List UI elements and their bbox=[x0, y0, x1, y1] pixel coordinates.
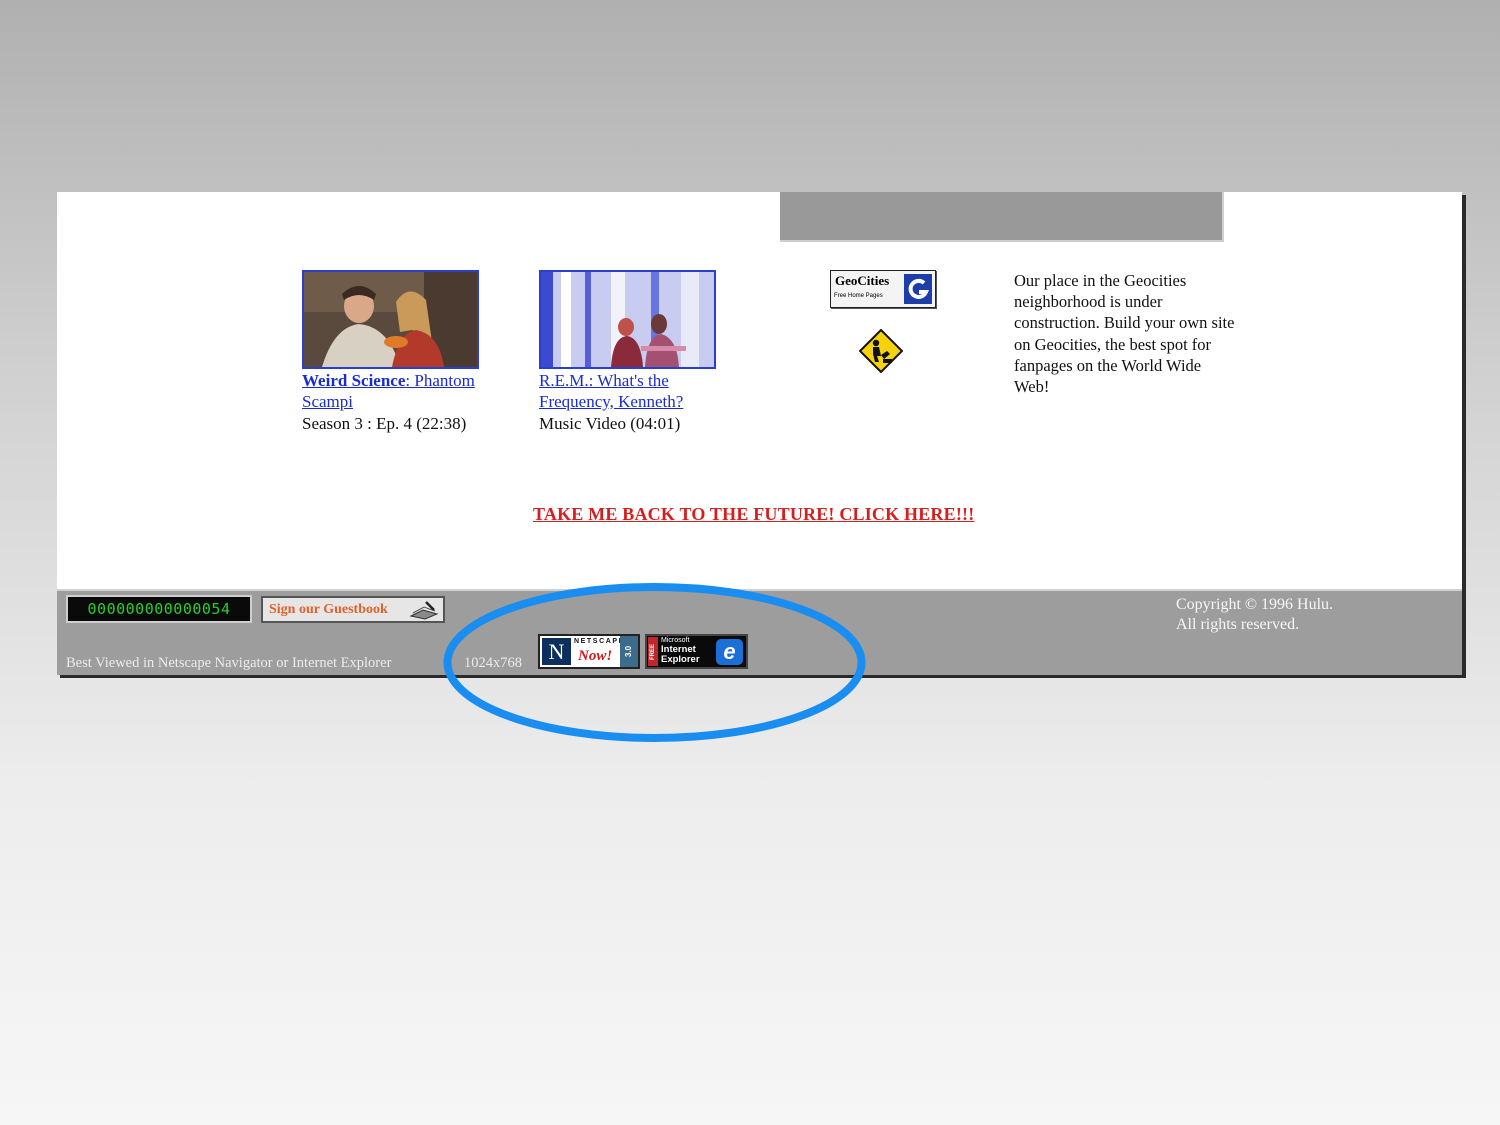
ie-name-line2: Explorer bbox=[661, 654, 700, 665]
video-show-name[interactable]: Weird Science bbox=[302, 371, 405, 390]
netscape-now-badge[interactable]: N NETSCAPE Now! 3.0 bbox=[538, 634, 640, 669]
netscape-version: 3.0 bbox=[620, 636, 638, 667]
ie-name: Internet Explorer bbox=[661, 645, 700, 665]
video-thumbnail-rem[interactable] bbox=[539, 270, 716, 369]
guestbook-button[interactable]: Sign our Guestbook bbox=[261, 596, 445, 623]
back-to-future-link[interactable]: TAKE ME BACK TO THE FUTURE! CLICK HERE!!… bbox=[533, 504, 974, 525]
copyright-notice: Copyright © 1996 Hulu. All rights reserv… bbox=[1176, 595, 1333, 634]
geocities-icon bbox=[904, 274, 932, 304]
ie-free-label: FREE bbox=[648, 637, 658, 666]
copyright-line-2: All rights reserved. bbox=[1176, 615, 1300, 633]
video-show-name[interactable]: R.E.M. bbox=[539, 371, 589, 390]
resolution-text: 1024x768 bbox=[464, 655, 522, 671]
video-title-weird-science[interactable]: Weird Science: Phantom Scampi bbox=[302, 370, 502, 412]
copyright-line-1: Copyright © 1996 Hulu. bbox=[1176, 596, 1334, 613]
video-title-rem[interactable]: R.E.M.: What's the Frequency, Kenneth? bbox=[539, 370, 739, 412]
hit-counter: 000000000000054 bbox=[66, 595, 252, 623]
internet-explorer-badge[interactable]: FREE Microsoft Internet Explorer e bbox=[645, 634, 748, 669]
guestbook-icon bbox=[409, 601, 439, 620]
under-construction-icon bbox=[859, 329, 903, 373]
video-thumbnail-rem-icon bbox=[541, 272, 714, 367]
ie-maker: Microsoft bbox=[661, 637, 690, 644]
video-meta-weird-science: Season 3 : Ep. 4 (22:38) bbox=[302, 414, 467, 433]
guestbook-label: Sign our Guestbook bbox=[269, 602, 388, 617]
video-thumbnail-weird-science[interactable] bbox=[302, 270, 479, 369]
page-shadow-right bbox=[1462, 195, 1466, 677]
geocities-badge-title: GeoCities bbox=[835, 273, 890, 288]
best-viewed-text: Best Viewed in Netscape Navigator or Int… bbox=[66, 655, 392, 671]
geocities-description: Our place in the Geocities neighborhood … bbox=[1014, 271, 1235, 397]
netscape-now-text: Now! bbox=[578, 648, 613, 664]
video-meta-rem: Music Video (04:01) bbox=[539, 414, 681, 433]
geocities-badge[interactable]: GeoCities Free Home Pages bbox=[830, 270, 936, 308]
geocities-badge-subtitle: Free Home Pages bbox=[834, 293, 883, 299]
footer-bar: 000000000000054 Sign our Guestbook Best … bbox=[57, 589, 1462, 675]
internet-explorer-icon: e bbox=[716, 639, 743, 665]
video-link-rem[interactable]: R.E.M.: What's the Frequency, Kenneth? bbox=[539, 371, 683, 411]
video-link-weird-science[interactable]: Weird Science: Phantom Scampi bbox=[302, 371, 475, 411]
netscape-icon: N bbox=[542, 638, 571, 665]
netscape-word: NETSCAPE bbox=[574, 638, 625, 645]
page-shadow-bottom bbox=[60, 675, 1466, 678]
video-thumbnail-weird-science-icon bbox=[304, 272, 477, 367]
webpage-screenshot: Weird Science: Phantom Scampi Season 3 :… bbox=[57, 192, 1462, 675]
header-bar bbox=[780, 192, 1224, 242]
